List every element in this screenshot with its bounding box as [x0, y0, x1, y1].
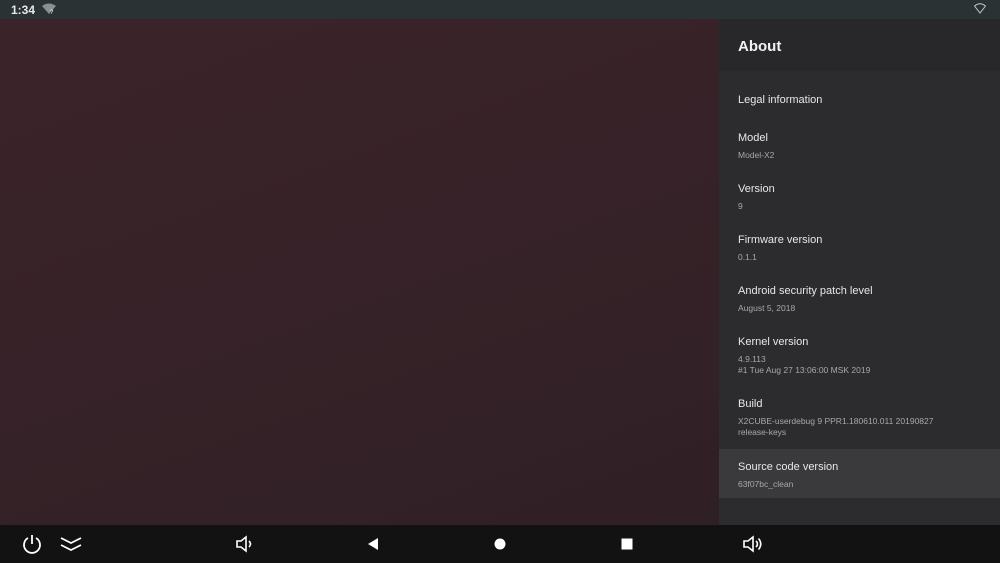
wifi-icon: [974, 3, 986, 14]
list-item-model[interactable]: Model Model-X2: [719, 132, 1000, 161]
home-icon[interactable]: [489, 533, 511, 555]
back-icon[interactable]: [362, 533, 384, 555]
navigation-bar: [0, 525, 1000, 563]
volume-up-icon[interactable]: [742, 533, 764, 555]
wallpaper: [0, 19, 719, 525]
power-icon[interactable]: [21, 533, 43, 555]
status-bar: 1:34 ?: [0, 0, 1000, 19]
list-item-build[interactable]: Build X2CUBE-userdebug 9 PPR1.180610.011 …: [719, 398, 1000, 438]
item-title: Version: [738, 183, 775, 195]
recents-icon[interactable]: [616, 533, 638, 555]
build-keys: release-keys: [738, 427, 787, 437]
item-value: 0.1.1: [738, 252, 757, 262]
list-item-security-patch[interactable]: Android security patch level August 5, 20…: [719, 285, 1000, 314]
build-number: X2CUBE-userdebug 9 PPR1.180610.011 20190…: [738, 416, 934, 426]
kernel-build-date: #1 Tue Aug 27 13:06:00 MSK 2019: [738, 365, 871, 375]
item-title: Legal information: [738, 94, 823, 106]
item-value: August 5, 2018: [738, 303, 796, 313]
kernel-version: 4.9.113: [738, 354, 766, 364]
collapse-icon[interactable]: [60, 533, 82, 555]
page-title: About: [719, 19, 1000, 71]
item-value: 63f07bc_clean: [738, 479, 794, 489]
item-value: X2CUBE-userdebug 9 PPR1.180610.011 20190…: [738, 416, 1000, 438]
svg-text:?: ?: [50, 10, 54, 15]
clock: 1:34: [11, 3, 36, 17]
item-value: 9: [738, 201, 743, 211]
volume-down-icon[interactable]: [234, 533, 256, 555]
item-title: Android security patch level: [738, 285, 873, 297]
wifi-unknown-icon: ?: [42, 3, 56, 15]
item-title: Source code version: [738, 461, 839, 473]
list-item-legal[interactable]: Legal information: [719, 94, 1000, 106]
list-item-source-code[interactable]: Source code version 63f07bc_clean: [719, 449, 1000, 498]
list-item-firmware[interactable]: Firmware version 0.1.1: [719, 234, 1000, 263]
item-value: 4.9.113 #1 Tue Aug 27 13:06:00 MSK 2019: [738, 354, 1000, 376]
item-title: Build: [738, 398, 763, 410]
item-title: Kernel version: [738, 336, 809, 348]
item-value: Model-X2: [738, 150, 775, 160]
list-item-version[interactable]: Version 9: [719, 183, 1000, 212]
item-title: Model: [738, 132, 768, 144]
list-item-kernel[interactable]: Kernel version 4.9.113 #1 Tue Aug 27 13:06…: [719, 336, 1000, 376]
about-panel: About Legal information Model Model-X2 Ve…: [719, 19, 1000, 525]
item-title: Firmware version: [738, 234, 823, 246]
